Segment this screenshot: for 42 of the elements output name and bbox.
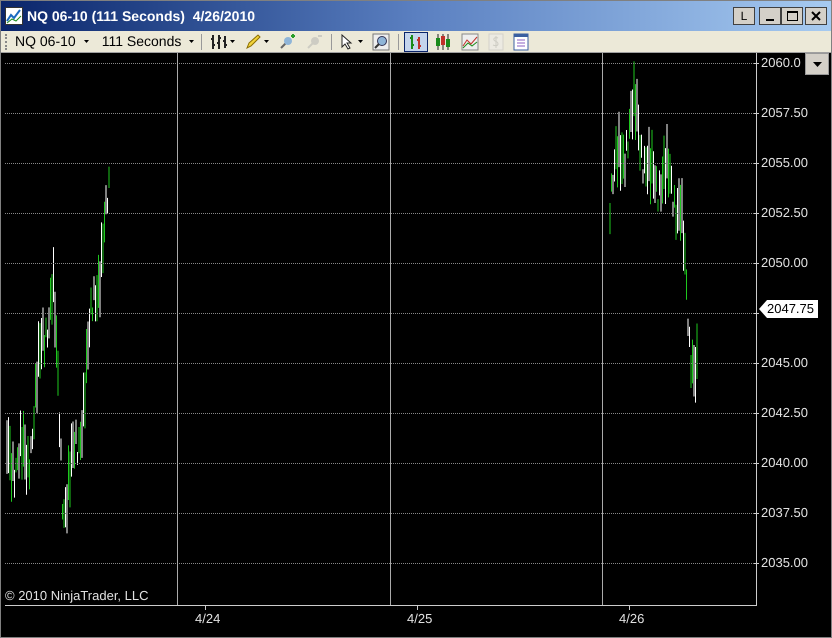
caret-icon: [264, 40, 270, 43]
interval-dropdown[interactable]: 111 Seconds: [100, 31, 196, 52]
price-label: 2042.50: [761, 406, 808, 419]
window-title: NQ 06-10 (111 Seconds) 4/26/2010: [27, 6, 256, 26]
zoom-out-icon: [305, 32, 324, 50]
close-icon: [811, 11, 821, 21]
magnifier-icon: [372, 32, 390, 50]
lock-button[interactable]: L: [733, 7, 755, 25]
close-button[interactable]: [805, 7, 827, 25]
price-label: 2045.00: [761, 356, 808, 369]
dollar-icon: [488, 32, 504, 50]
toolbar-button[interactable]: [404, 32, 428, 52]
date-label: 4/24: [195, 612, 220, 625]
caret-icon: [84, 40, 89, 43]
price-label: 2052.50: [761, 206, 808, 219]
maximize-button[interactable]: [781, 7, 803, 25]
caret-icon: [230, 40, 236, 43]
price-label: 2037.50: [761, 506, 808, 519]
date-label: 4/26: [619, 612, 644, 625]
caret-icon: [189, 40, 194, 43]
price-label: 2035.00: [761, 556, 808, 569]
caret-icon: [812, 62, 822, 66]
price-label: 2060.0: [761, 56, 801, 69]
scroll-dropdown-button[interactable]: [805, 53, 829, 75]
chart-app-icon: [5, 7, 23, 25]
minimize-icon: [766, 19, 774, 21]
panel-icon: [513, 32, 530, 50]
instrument-dropdown[interactable]: NQ 06-10: [13, 31, 91, 52]
line-chart-icon: [461, 32, 480, 50]
price-label: 2057.50: [761, 106, 808, 119]
last-price-marker: 2047.75: [759, 300, 818, 318]
price-label: 2050.00: [761, 256, 808, 269]
price-label: 2040.00: [761, 456, 808, 469]
zoom-in-icon: [278, 32, 296, 50]
price-label: 2055.00: [761, 156, 808, 169]
maximize-icon: [786, 11, 798, 21]
minimize-button[interactable]: [759, 7, 781, 25]
bars-icon: [210, 32, 228, 50]
caret-icon: [358, 40, 364, 43]
candlestick-icon: [434, 32, 452, 50]
date-label: 4/25: [407, 612, 432, 625]
copyright-text: © 2010 NinjaTrader, LLC: [5, 589, 149, 602]
